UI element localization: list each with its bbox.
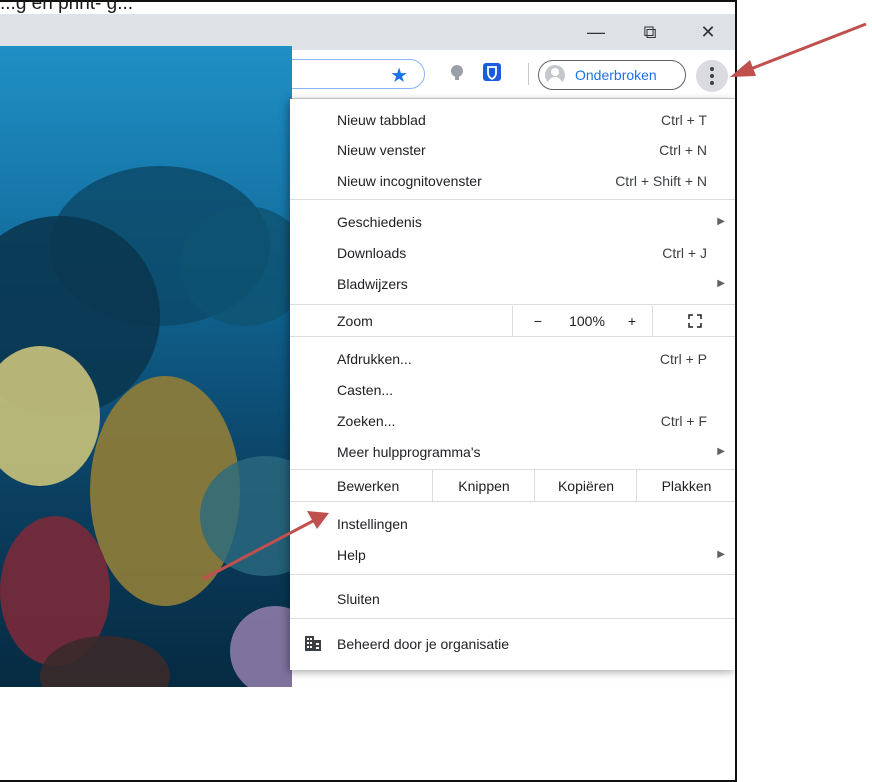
cut-button[interactable]: Knippen [432,470,535,501]
menu-item-more-tools[interactable]: Meer hulpprogramma's ▶ [290,436,735,467]
menu-item-shortcut: Ctrl + P [659,350,707,367]
minimize-icon: — [587,21,605,42]
annotation-arrow-settings [202,511,329,581]
menu-divider [290,336,735,337]
submenu-arrow-icon: ▶ [717,446,725,457]
menu-divider [290,501,735,502]
menu-item-print[interactable]: Afdrukken... Ctrl + P [290,343,735,374]
menu-item-label: Geschiedenis [337,213,422,230]
bookmark-star-icon[interactable]: ★ [390,63,408,88]
browser-window: — ⧉ ✕ ★ Onderbroken Nieuw tabblad Ctrl +… [0,0,737,782]
menu-item-help[interactable]: Help ▶ [290,539,735,570]
building-icon [305,636,321,651]
menu-item-label: Nieuw incognitovenster [337,172,482,189]
menu-item-shortcut: Ctrl + N [659,141,707,158]
restore-icon: ⧉ [643,21,657,42]
avatar-icon [545,65,565,85]
menu-item-find[interactable]: Zoeken... Ctrl + F [290,405,735,436]
menu-item-label: Zoeken... [337,412,396,429]
background-ocean-image [0,46,292,687]
paste-button[interactable]: Plakken [636,470,735,501]
copy-label: Kopiëren [557,477,615,494]
bitwarden-shield-icon[interactable] [480,60,504,84]
zoom-level: 100% [569,313,605,329]
menu-item-downloads[interactable]: Downloads Ctrl + J [290,237,735,268]
menu-item-label: Help [337,546,366,563]
profile-button[interactable]: Onderbroken [538,60,686,90]
menu-item-label: Beheerd door je organisatie [337,635,510,652]
title-bar: — ⧉ ✕ [0,14,735,50]
menu-divider [290,199,735,200]
menu-item-label: Afdrukken... [337,350,412,367]
annotation-arrow-top [730,22,867,77]
minimize-button[interactable]: — [572,14,620,50]
zoom-plus-icon: + [627,313,637,329]
menu-item-settings[interactable]: Instellingen [290,508,735,539]
menu-divider [290,574,735,575]
menu-item-label: Casten... [337,381,394,398]
menu-item-shortcut: Ctrl + T [660,111,707,128]
paste-label: Plakken [661,477,712,494]
menu-item-label: Nieuw venster [337,141,426,158]
profile-status-label: Onderbroken [575,67,657,83]
zoom-minus-icon: − [533,313,543,329]
zoom-label: Zoom [337,313,373,329]
menu-item-history[interactable]: Geschiedenis ▶ [290,206,735,237]
chrome-main-menu: Nieuw tabblad Ctrl + T Nieuw venster Ctr… [290,99,735,670]
zoom-out-button[interactable]: − [512,306,563,336]
document-caption-fragment: ...g en print- g... [0,0,134,14]
menu-item-exit[interactable]: Sluiten [290,583,735,614]
menu-item-label: Sluiten [337,590,380,607]
menu-item-shortcut: Ctrl + F [660,412,707,429]
submenu-arrow-icon: ▶ [717,549,725,560]
menu-item-managed[interactable]: Beheerd door je organisatie [290,628,735,659]
fullscreen-button[interactable] [652,306,735,336]
menu-divider [290,618,735,619]
menu-item-new-window[interactable]: Nieuw venster Ctrl + N [290,134,735,165]
restore-button[interactable]: ⧉ [626,14,674,50]
menu-item-cast[interactable]: Casten... [290,374,735,405]
copy-button[interactable]: Kopiëren [534,470,637,501]
cut-label: Knippen [458,477,510,494]
menu-item-new-incognito[interactable]: Nieuw incognitovenster Ctrl + Shift + N [290,165,735,196]
toolbar-separator [528,63,529,85]
menu-item-label: Bladwijzers [337,275,408,292]
zoom-row: Zoom − 100% + [290,306,735,336]
menu-item-shortcut: Ctrl + Shift + N [615,172,707,189]
menu-item-shortcut: Ctrl + J [662,244,707,261]
menu-item-label: Downloads [337,244,407,261]
menu-item-new-tab[interactable]: Nieuw tabblad Ctrl + T [290,104,735,135]
submenu-arrow-icon: ▶ [717,278,725,289]
menu-item-label: Meer hulpprogramma's [337,443,481,460]
edit-label: Bewerken [337,478,400,494]
menu-divider [290,304,735,305]
zoom-in-button[interactable]: + [612,306,652,336]
fullscreen-icon [687,314,702,328]
close-icon: ✕ [700,21,716,42]
submenu-arrow-icon: ▶ [717,216,725,227]
extension-puzzle-icon[interactable] [445,60,469,84]
menu-item-bookmarks[interactable]: Bladwijzers ▶ [290,268,735,299]
edit-row: Bewerken Knippen Kopiëren Plakken [290,470,735,501]
menu-item-label: Nieuw tabblad [337,111,426,128]
menu-item-label: Instellingen [337,515,408,532]
